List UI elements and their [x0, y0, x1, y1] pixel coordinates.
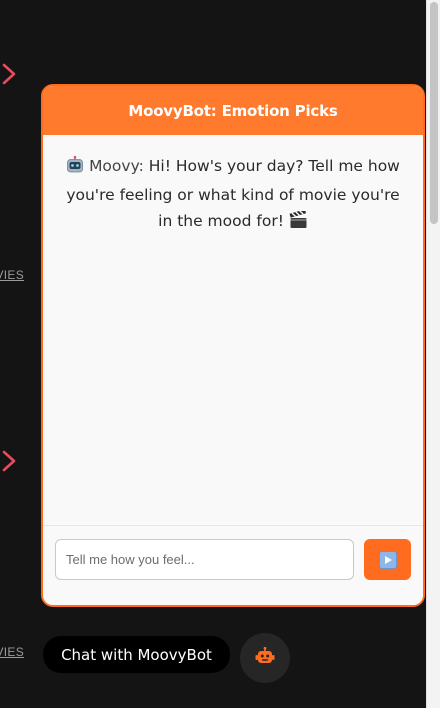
page: VIES VIES MoovyBot: Emotion Picks	[0, 0, 440, 708]
play-button-icon	[378, 550, 397, 569]
chat-title: MoovyBot: Emotion Picks	[128, 101, 338, 120]
carousel-next-icon[interactable]	[2, 450, 16, 472]
clapper-board-icon	[289, 209, 308, 237]
chat-messages: Moovy: Hi! How's your day? Tell me how y…	[43, 135, 423, 527]
send-button[interactable]	[364, 539, 411, 580]
chat-panel: MoovyBot: Emotion Picks Moovy: Hi! How's…	[41, 84, 425, 607]
scrollbar-thumb[interactable]	[430, 2, 438, 224]
view-all-movies-link[interactable]: VIES	[0, 268, 24, 282]
chat-input[interactable]	[55, 539, 354, 580]
carousel-next-icon[interactable]	[2, 63, 16, 85]
robot-face-icon	[66, 155, 84, 182]
page-scrollbar[interactable]	[426, 0, 440, 708]
robot-icon	[255, 646, 275, 669]
chat-launcher-label[interactable]: Chat with MoovyBot	[43, 636, 230, 673]
message-sender: Moovy:	[89, 157, 144, 175]
chat-launcher-button[interactable]	[240, 633, 290, 683]
chat-input-row	[43, 525, 423, 605]
chat-header: MoovyBot: Emotion Picks	[43, 86, 423, 135]
view-all-movies-link[interactable]: VIES	[0, 645, 24, 659]
chat-launcher-text: Chat with MoovyBot	[61, 645, 212, 664]
bot-message: Moovy: Hi! How's your day? Tell me how y…	[63, 153, 403, 237]
